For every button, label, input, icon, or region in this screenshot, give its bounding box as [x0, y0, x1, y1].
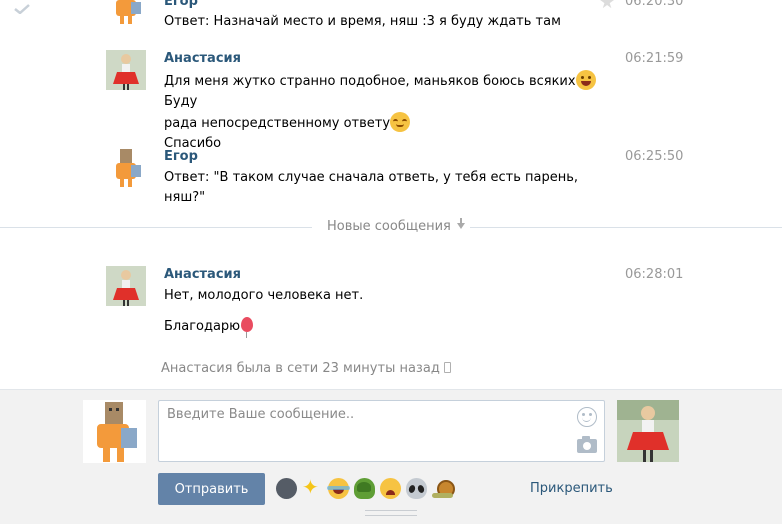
send-button[interactable]: Отправить: [158, 473, 265, 505]
divider-line: [0, 227, 312, 228]
message-text: Ответ: Назначай место и время, няш :3 я …: [164, 14, 561, 29]
quick-emoji-bar: [276, 475, 455, 500]
message-author[interactable]: Анастасия: [164, 51, 241, 66]
check-icon[interactable]: [14, 4, 30, 14]
message-text-line: Благодарю: [164, 319, 241, 334]
alien-icon[interactable]: [406, 478, 427, 499]
message-time[interactable]: 06:20:30: [625, 0, 683, 9]
avatar[interactable]: [106, 50, 146, 90]
message-time[interactable]: 06:21:59: [625, 51, 683, 66]
balloon-emoji-icon: [241, 317, 254, 338]
divider-line: [470, 227, 782, 228]
message-time[interactable]: 06:28:01: [625, 267, 683, 282]
weary-emoji-icon[interactable]: [380, 478, 401, 499]
message-author[interactable]: Анастасия: [164, 267, 241, 282]
my-avatar[interactable]: [83, 400, 146, 463]
message-input[interactable]: [159, 401, 604, 461]
grinning-emoji-icon: [575, 70, 596, 90]
message-composer[interactable]: [158, 400, 605, 462]
avatar[interactable]: [106, 0, 146, 24]
new-messages-divider: Новые сообщения: [327, 218, 465, 234]
turtle-icon[interactable]: [354, 478, 375, 499]
sparkles-icon[interactable]: [302, 475, 323, 499]
online-status: Анастасия была в сети 23 минуты назад: [161, 361, 451, 376]
camera-icon[interactable]: [577, 436, 597, 453]
message-author[interactable]: Егор: [164, 149, 198, 164]
arrow-down-icon: [456, 218, 465, 229]
peer-avatar[interactable]: [617, 400, 679, 462]
online-status-text: Анастасия была в сети 23 минуты назад: [161, 361, 440, 376]
message-text: Ответ: "В таком случае сначала ответь, у…: [164, 170, 579, 205]
avatar[interactable]: [106, 147, 146, 187]
emoji-picker-icon[interactable]: [577, 407, 597, 427]
message-text: Благодарю: [164, 317, 604, 338]
message-text-line: Для меня жутко странно подобное, маньяко…: [164, 74, 576, 89]
resize-handle[interactable]: [365, 510, 417, 516]
message-text-line: рада непосредственному ответу: [164, 116, 391, 131]
message-author[interactable]: Егор: [164, 0, 198, 9]
mobile-phone-icon: [443, 362, 451, 373]
message-text: Для меня жутко странно подобное, маньяко…: [164, 70, 604, 154]
joy-emoji-icon[interactable]: [327, 478, 350, 499]
message-time[interactable]: 06:25:50: [625, 149, 683, 164]
avatar[interactable]: [106, 266, 146, 306]
new-moon-icon[interactable]: [276, 478, 297, 499]
snail-icon[interactable]: [432, 478, 455, 499]
divider-label: Новые сообщения: [327, 219, 451, 234]
message-text: Нет, молодого человека нет.: [164, 288, 364, 303]
attach-link[interactable]: Прикрепить: [530, 481, 613, 496]
message-text-line: Буду: [164, 94, 198, 109]
relieved-emoji-icon: [390, 112, 411, 132]
